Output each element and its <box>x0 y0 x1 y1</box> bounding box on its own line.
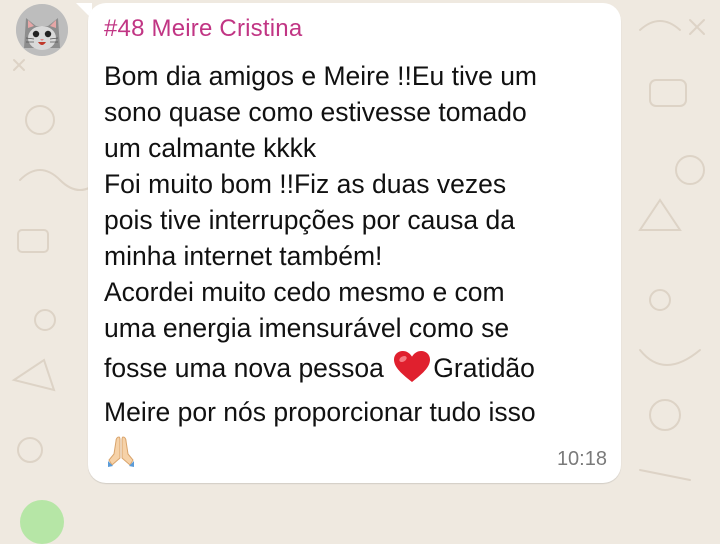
message-text: Bom dia amigos e Meire !!Eu tive um sono… <box>104 58 609 470</box>
sender-index: #48 <box>104 15 145 42</box>
message-line: um calmante kkkk <box>104 133 317 163</box>
message-line-emoji <box>104 434 609 470</box>
message-fragment: Gratidão <box>433 353 535 383</box>
message-bubble[interactable]: #48 Meire Cristina Bom dia amigos e Meir… <box>88 3 621 483</box>
cat-avatar-icon <box>16 4 68 56</box>
message-line: Bom dia amigos e Meire !!Eu tive um <box>104 61 538 91</box>
message-line: Foi muito bom !!Fiz as duas vezes <box>104 169 507 199</box>
message-timestamp: 10:18 <box>556 448 607 470</box>
message-line: Meire por nós proporcionar tudo isso <box>104 397 536 427</box>
message-line: sono quase como estivesse tomado <box>104 97 527 127</box>
next-message-avatar[interactable] <box>20 500 64 544</box>
message-line: Acordei muito cedo mesmo e com <box>104 277 505 307</box>
message-line: minha internet também! <box>104 241 383 271</box>
sender-avatar[interactable] <box>16 4 68 56</box>
message-line: pois tive interrupções por causa da <box>104 205 515 235</box>
sender-name[interactable]: #48 Meire Cristina <box>104 15 302 43</box>
message-fragment: fosse uma nova pessoa <box>104 353 392 383</box>
sender-name-text: Meire Cristina <box>151 15 303 42</box>
message-line-with-heart: fosse uma nova pessoa Gratidão <box>104 346 609 390</box>
folded-hands-icon <box>108 436 134 467</box>
red-heart-icon <box>394 351 431 382</box>
message-line: uma energia imensurável como se <box>104 313 510 343</box>
